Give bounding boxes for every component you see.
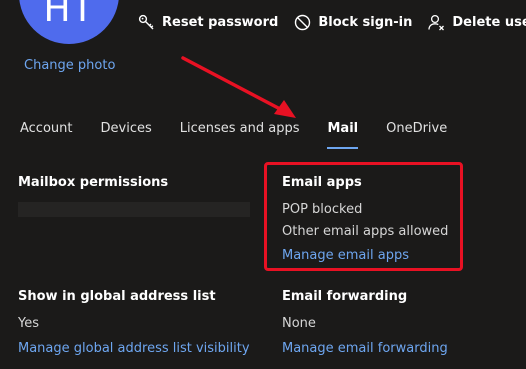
email-forwarding-section: Email forwarding None Manage email forwa…	[282, 289, 448, 356]
change-photo-link[interactable]: Change photo	[24, 58, 115, 73]
email-forwarding-value: None	[282, 316, 316, 331]
avatar-initials: HT	[43, 0, 95, 30]
tab-licenses-and-apps[interactable]: Licenses and apps	[180, 121, 300, 149]
avatar[interactable]: HT	[19, 0, 119, 44]
block-sign-in-button[interactable]: Block sign-in	[294, 14, 412, 31]
delete-user-label: Delete user	[452, 15, 526, 30]
tab-account[interactable]: Account	[20, 121, 73, 149]
global-address-list-value: Yes	[18, 316, 39, 331]
key-icon	[138, 14, 154, 30]
tab-onedrive[interactable]: OneDrive	[386, 121, 447, 149]
delete-user-icon	[428, 14, 445, 31]
manage-email-forwarding-link[interactable]: Manage email forwarding	[282, 341, 448, 356]
loading-placeholder	[18, 202, 250, 217]
reset-password-label: Reset password	[162, 15, 279, 30]
manage-global-address-list-link[interactable]: Manage global address list visibility	[18, 341, 250, 356]
mailbox-permissions-section: Mailbox permissions	[18, 175, 250, 217]
global-address-list-title: Show in global address list	[18, 289, 216, 304]
user-action-bar: Reset password Block sign-in Delete user	[138, 14, 526, 31]
reset-password-button[interactable]: Reset password	[138, 14, 278, 31]
tab-mail[interactable]: Mail	[327, 121, 358, 149]
global-address-list-section: Show in global address list Yes Manage g…	[18, 289, 250, 356]
block-icon	[295, 14, 311, 31]
mailbox-permissions-title: Mailbox permissions	[18, 175, 169, 190]
email-forwarding-title: Email forwarding	[282, 289, 408, 304]
block-sign-in-label: Block sign-in	[318, 15, 413, 30]
user-detail-tabs: Account Devices Licenses and apps Mail O…	[20, 121, 475, 149]
tab-devices[interactable]: Devices	[101, 121, 152, 149]
delete-user-button[interactable]: Delete user	[428, 14, 526, 31]
highlight-box	[264, 162, 463, 271]
